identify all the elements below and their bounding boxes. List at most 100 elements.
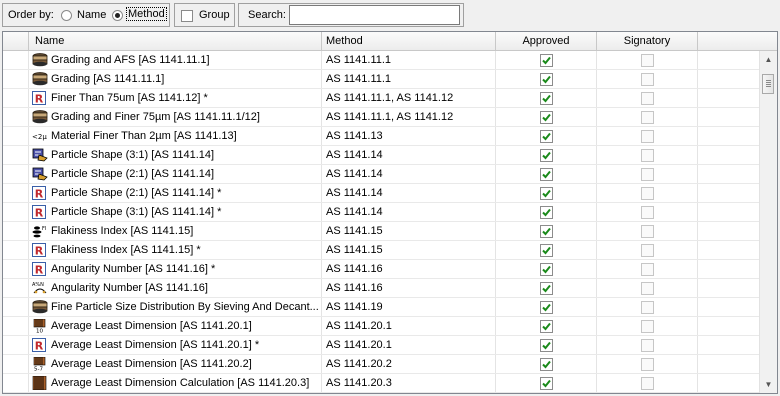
name-cell[interactable]: R Particle Shape (3:1) [AS 1141.14] * [29,203,322,221]
table-row[interactable]: R Average Least Dimension [AS 1141.20.1] … [3,336,759,355]
table-row[interactable]: Fine Particle Size Distribution By Sievi… [3,298,759,317]
header-approved[interactable]: Approved [496,32,597,50]
approved-checkbox[interactable] [540,301,553,314]
signatory-checkbox[interactable] [641,168,654,181]
name-cell[interactable]: R Flakiness Index [AS 1141.15] * [29,241,322,259]
scroll-up-icon[interactable]: ▲ [760,51,777,68]
name-cell[interactable]: <2µ Material Finer Than 2µm [AS 1141.13] [29,127,322,145]
name-cell[interactable]: R Finer Than 75um [AS 1141.12] * [29,89,322,107]
approved-checkbox[interactable] [540,320,553,333]
table-row[interactable]: 5-7 Average Least Dimension [AS 1141.20.2… [3,355,759,374]
name-cell[interactable]: FI Flakiness Index [AS 1141.15] [29,222,322,240]
signatory-checkbox[interactable] [641,206,654,219]
row-select-cell[interactable] [3,127,29,145]
row-select-cell[interactable] [3,374,29,392]
row-select-cell[interactable] [3,165,29,183]
header-method[interactable]: Method [322,32,496,50]
approved-checkbox[interactable] [540,54,553,67]
approved-checkbox[interactable] [540,130,553,143]
signatory-checkbox[interactable] [641,358,654,371]
table-row[interactable]: R Angularity Number [AS 1141.16] * AS 1141… [3,260,759,279]
order-by-name-radio[interactable] [61,10,72,21]
approved-checkbox[interactable] [540,282,553,295]
signatory-checkbox[interactable] [641,130,654,143]
table-row[interactable]: R Finer Than 75um [AS 1141.12] * AS 1141.1… [3,89,759,108]
name-cell[interactable]: R Particle Shape (2:1) [AS 1141.14] * [29,184,322,202]
table-row[interactable]: 10 Average Least Dimension [AS 1141.20.1]… [3,317,759,336]
table-row[interactable]: Particle Shape (2:1) [AS 1141.14] AS 1141… [3,165,759,184]
name-cell[interactable]: Grading and Finer 75µm [AS 1141.11.1/12] [29,108,322,126]
table-row[interactable]: Grading and Finer 75µm [AS 1141.11.1/12]… [3,108,759,127]
approved-checkbox[interactable] [540,244,553,257]
signatory-checkbox[interactable] [641,377,654,390]
row-select-cell[interactable] [3,51,29,69]
approved-checkbox[interactable] [540,111,553,124]
signatory-checkbox[interactable] [641,320,654,333]
approved-checkbox[interactable] [540,168,553,181]
table-row[interactable]: Average Least Dimension Calculation [AS … [3,374,759,393]
name-cell[interactable]: Grading [AS 1141.11.1] [29,70,322,88]
approved-checkbox[interactable] [540,73,553,86]
table-row[interactable]: Particle Shape (3:1) [AS 1141.14] AS 1141… [3,146,759,165]
approved-checkbox[interactable] [540,263,553,276]
name-cell[interactable]: Particle Shape (3:1) [AS 1141.14] [29,146,322,164]
signatory-checkbox[interactable] [641,73,654,86]
table-row[interactable]: R Particle Shape (2:1) [AS 1141.14] * AS 1… [3,184,759,203]
table-row[interactable]: <2µ Material Finer Than 2µm [AS 1141.13] A… [3,127,759,146]
row-select-cell[interactable] [3,184,29,202]
name-cell[interactable]: Average Least Dimension Calculation [AS … [29,374,322,392]
table-row[interactable]: Grading [AS 1141.11.1] AS 1141.11.1 [3,70,759,89]
name-cell[interactable]: A%N Angularity Number [AS 1141.16] [29,279,322,297]
approved-checkbox[interactable] [540,206,553,219]
row-select-cell[interactable] [3,222,29,240]
signatory-checkbox[interactable] [641,282,654,295]
approved-checkbox[interactable] [540,92,553,105]
approved-checkbox[interactable] [540,377,553,390]
row-select-cell[interactable] [3,336,29,354]
signatory-checkbox[interactable] [641,187,654,200]
name-cell[interactable]: Grading and AFS [AS 1141.11.1] [29,51,322,69]
row-select-cell[interactable] [3,260,29,278]
scroll-thumb[interactable] [762,74,774,94]
order-by-name-label[interactable]: Name [77,9,106,21]
table-row[interactable]: R Particle Shape (3:1) [AS 1141.14] * AS 1… [3,203,759,222]
group-checkbox[interactable] [181,10,193,22]
name-cell[interactable]: Particle Shape (2:1) [AS 1141.14] [29,165,322,183]
name-cell[interactable]: R Angularity Number [AS 1141.16] * [29,260,322,278]
search-input[interactable] [289,5,460,25]
row-select-cell[interactable] [3,279,29,297]
approved-checkbox[interactable] [540,187,553,200]
approved-checkbox[interactable] [540,149,553,162]
table-row[interactable]: FI Flakiness Index [AS 1141.15] AS 1141.15 [3,222,759,241]
group-checkbox-label[interactable]: Group [199,9,230,21]
row-select-cell[interactable] [3,298,29,316]
row-select-cell[interactable] [3,108,29,126]
row-select-cell[interactable] [3,89,29,107]
approved-checkbox[interactable] [540,358,553,371]
row-select-cell[interactable] [3,355,29,373]
signatory-checkbox[interactable] [641,92,654,105]
vertical-scrollbar[interactable]: ▲ ▼ [759,51,777,393]
signatory-checkbox[interactable] [641,225,654,238]
signatory-checkbox[interactable] [641,111,654,124]
table-row[interactable]: Grading and AFS [AS 1141.11.1] AS 1141.11… [3,51,759,70]
signatory-checkbox[interactable] [641,301,654,314]
row-select-cell[interactable] [3,146,29,164]
approved-checkbox[interactable] [540,339,553,352]
name-cell[interactable]: 10 Average Least Dimension [AS 1141.20.1] [29,317,322,335]
order-by-method-radio[interactable] [112,10,123,21]
header-select-column[interactable] [3,32,29,50]
name-cell[interactable]: R Average Least Dimension [AS 1141.20.1] … [29,336,322,354]
name-cell[interactable]: Fine Particle Size Distribution By Sievi… [29,298,322,316]
signatory-checkbox[interactable] [641,263,654,276]
row-select-cell[interactable] [3,70,29,88]
signatory-checkbox[interactable] [641,149,654,162]
row-select-cell[interactable] [3,241,29,259]
row-select-cell[interactable] [3,203,29,221]
signatory-checkbox[interactable] [641,244,654,257]
table-row[interactable]: A%N Angularity Number [AS 1141.16] AS 1141… [3,279,759,298]
signatory-checkbox[interactable] [641,54,654,67]
table-row[interactable]: R Flakiness Index [AS 1141.15] * AS 1141.1… [3,241,759,260]
name-cell[interactable]: 5-7 Average Least Dimension [AS 1141.20.2… [29,355,322,373]
signatory-checkbox[interactable] [641,339,654,352]
